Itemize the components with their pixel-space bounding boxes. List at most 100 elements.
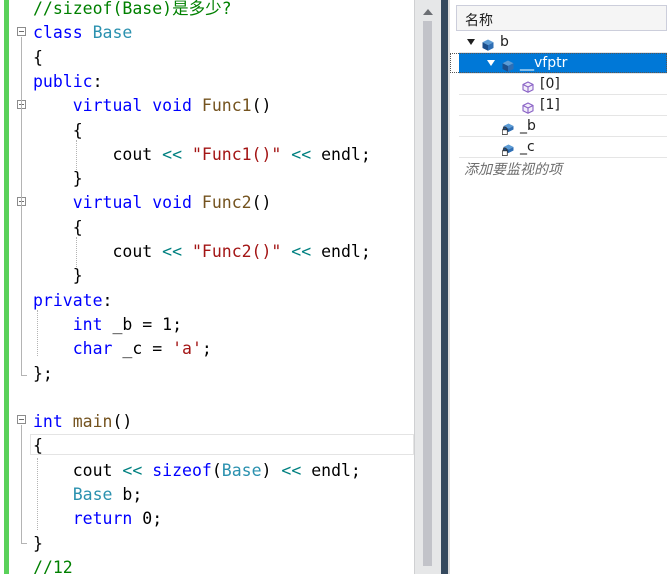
code-token: sizeof (152, 460, 212, 480)
watch-column-header-name[interactable]: 名称 (456, 5, 667, 31)
change-tracking-bar (4, 0, 9, 574)
code-token: ) (261, 460, 282, 480)
code-token: 0; (132, 509, 163, 529)
code-token: Base (221, 460, 262, 480)
code-token: _c = (112, 339, 173, 359)
code-token: Base (72, 485, 113, 504)
code-token: cout (33, 242, 163, 261)
code-line[interactable]: class Base (33, 21, 132, 45)
code-line[interactable]: { (33, 216, 83, 240)
code-line[interactable]: //sizeof(Base)是多少? (33, 0, 232, 21)
outline-guide (21, 425, 22, 543)
watch-row-vfptr[interactable]: __vfptr (459, 53, 667, 74)
code-token: main (72, 412, 113, 432)
watch-item-name: _c (520, 139, 535, 155)
cube-icon (522, 78, 534, 93)
code-token: Func2 (201, 193, 252, 213)
collapse-triangle-icon[interactable] (487, 60, 495, 66)
code-line[interactable]: cout << "Func1()" << endl; (33, 143, 371, 167)
watch-row-b[interactable]: b (459, 32, 667, 53)
code-token: //sizeof(Base)是多少? (33, 0, 232, 18)
code-line[interactable]: Base b; (33, 483, 143, 507)
code-line[interactable]: } (33, 264, 83, 288)
watch-row-c[interactable]: _c (459, 137, 667, 158)
private-field-icon (501, 120, 514, 135)
code-line[interactable]: { (33, 119, 83, 143)
code-line[interactable]: { (33, 434, 43, 458)
scroll-up-arrow-icon[interactable] (423, 9, 433, 15)
code-token: << (291, 144, 312, 164)
code-token: return (72, 509, 133, 529)
code-line[interactable]: virtual void Func1() (33, 94, 272, 118)
code-token: : (92, 71, 103, 91)
code-token: cout (33, 460, 123, 480)
scrollbar-thumb[interactable] (423, 21, 432, 566)
watch-window[interactable]: 名称 b __vfptr [0] [1] _b _c 添加要监视的项 (450, 0, 667, 574)
code-token: void (152, 193, 192, 213)
code-line[interactable]: cout << "Func2()" << endl; (33, 240, 371, 264)
code-editor[interactable]: //sizeof(Base)是多少? class Base{public: vir… (0, 0, 414, 574)
outline-guide (21, 37, 22, 375)
current-line-highlight (30, 434, 414, 455)
code-line[interactable]: return 0; (33, 507, 162, 531)
code-token: virtual (72, 193, 143, 213)
code-token: ( (211, 460, 222, 480)
code-token: << (281, 460, 302, 480)
code-token: Base (92, 23, 133, 43)
code-line[interactable]: int main() (33, 410, 132, 434)
watch-item-name: __vfptr (520, 55, 568, 71)
code-line[interactable]: int _b = 1; (33, 313, 182, 337)
editor-vertical-scrollbar[interactable] (414, 0, 441, 574)
add-watch-item[interactable]: 添加要监视的项 (464, 159, 562, 179)
code-line[interactable]: public: (33, 70, 103, 94)
watch-item-name: [0] (540, 76, 560, 92)
object-icon (502, 57, 514, 72)
code-line[interactable]: } (33, 167, 83, 191)
code-token: () (251, 96, 272, 116)
code-line[interactable]: virtual void Func2() (33, 191, 272, 215)
watch-item-name: [1] (540, 97, 560, 113)
code-token: endl; (311, 144, 371, 164)
collapse-triangle-icon[interactable] (467, 39, 475, 45)
code-token: "Func2()" (191, 242, 282, 261)
code-token: int (33, 412, 63, 432)
code-token: endl; (311, 242, 371, 261)
code-token: endl; (301, 460, 361, 480)
watch-row-b[interactable]: _b (459, 116, 667, 137)
code-line[interactable]: } (33, 532, 43, 556)
code-token: //12 (33, 557, 73, 574)
code-line[interactable]: char _c = 'a'; (33, 337, 212, 361)
row-separator (459, 157, 667, 158)
code-line[interactable]: //12 (33, 556, 73, 574)
code-line[interactable]: cout << sizeof(Base) << endl; (33, 459, 361, 483)
watch-item-name: _b (520, 118, 536, 134)
code-token: { (33, 120, 83, 140)
collapse-main-icon[interactable] (17, 415, 26, 424)
code-line[interactable]: }; (33, 362, 53, 386)
code-token: "Func1()" (191, 144, 282, 164)
watch-row-1[interactable]: [1] (459, 95, 667, 116)
collapse-class-icon[interactable] (17, 27, 26, 36)
code-line[interactable]: { (33, 46, 43, 70)
code-token: ; (201, 339, 212, 359)
code-token: () (112, 412, 133, 432)
code-token: virtual (72, 96, 143, 116)
code-token: } (33, 266, 83, 286)
outline-guide (21, 543, 27, 544)
watch-row-0[interactable]: [0] (459, 74, 667, 95)
code-token: void (152, 96, 192, 116)
code-token: _b = 1; (102, 314, 183, 334)
code-token: } (33, 169, 83, 189)
code-line[interactable]: private: (33, 289, 112, 313)
outline-guide (21, 375, 27, 376)
